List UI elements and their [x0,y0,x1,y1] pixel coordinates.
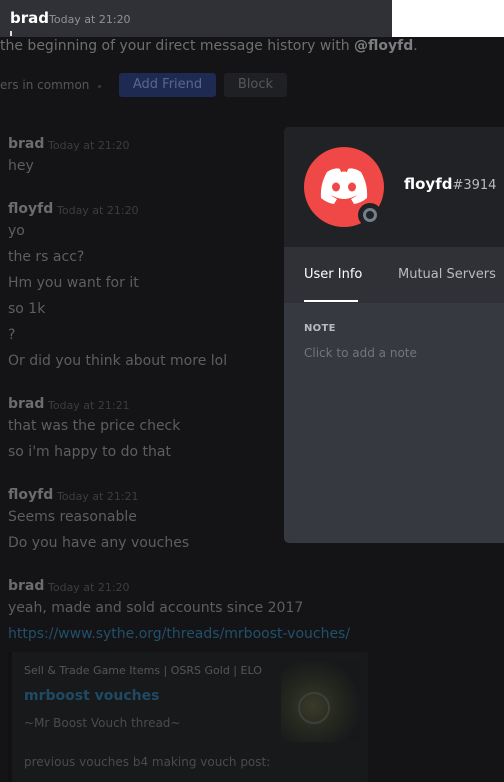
intro-suffix: . [413,38,418,54]
thumbnail-emblem-icon [298,692,330,724]
top-message-bar: brad Today at 21:20 [0,0,392,37]
message-text: yo [8,223,25,239]
link-embed: Sell & Trade Game Items | OSRS Gold | EL… [8,652,368,782]
message-timestamp: Today at 21:21 [57,490,139,503]
embed-description: ~Mr Boost Vouch thread~ [24,716,181,730]
note-label: NOTE [304,323,336,334]
text-cursor [10,31,12,36]
status-ring [363,208,377,222]
mutual-servers-text[interactable]: ers in common [0,78,89,92]
message-text: that was the price check [8,418,181,434]
status-offline-icon [358,203,382,227]
message-timestamp: Today at 21:20 [57,204,139,217]
tab-user-info[interactable]: User Info [304,267,362,282]
dm-history-intro: the beginning of your direct message his… [0,38,418,54]
user-profile-popout: floyfd#3914 User Info Mutual Servers NOT… [284,127,504,543]
message-text: so 1k [8,301,46,317]
message-text: Hm you want for it [8,275,139,291]
message-text: ? [8,327,16,343]
note-input[interactable]: Click to add a note [304,346,417,360]
topbar-timestamp: Today at 21:20 [49,13,131,26]
message-timestamp: Today at 21:21 [48,399,130,412]
message-text: Or did you think about more lol [8,353,228,369]
intro-prefix: the beginning of your direct message his… [0,38,355,54]
block-button[interactable]: Block [224,73,287,97]
message-timestamp: Today at 21:20 [48,139,130,152]
tab-mutual-servers[interactable]: Mutual Servers [398,267,496,282]
topbar-author[interactable]: brad [10,9,49,27]
separator-dot [98,85,101,88]
window-corner [392,0,504,37]
message-timestamp: Today at 21:20 [48,581,130,594]
message-author[interactable]: brad [8,578,44,594]
discriminator: #3914 [452,178,497,193]
embed-provider[interactable]: Sell & Trade Game Items | OSRS Gold | EL… [24,664,262,677]
intro-user: @floyfd [354,38,414,54]
message-text: the rs acc? [8,249,85,265]
message-text: so i'm happy to do that [8,444,171,460]
discord-logo-icon [320,168,368,204]
message-author[interactable]: floyfd [8,201,53,217]
message-text: yeah, made and sold accounts since 2017 [8,600,304,616]
embed-description-more: previous vouches b4 making vouch post: [24,755,271,769]
popout-username[interactable]: floyfd#3914 [404,175,496,193]
active-tab-indicator [304,300,358,302]
message-text: Do you have any vouches [8,535,190,551]
message-author[interactable]: brad [8,396,44,412]
message-link[interactable]: https://www.sythe.org/threads/mrboost-vo… [8,626,350,642]
embed-thumbnail[interactable] [281,662,361,742]
embed-title[interactable]: mrboost vouches [24,688,159,704]
username: floyfd [404,175,453,193]
message-author[interactable]: floyfd [8,487,53,503]
message-text: hey [8,158,34,174]
add-friend-button[interactable]: Add Friend [119,73,216,97]
message-text: Seems reasonable [8,509,137,525]
popout-tabs: User Info Mutual Servers [284,247,504,303]
popout-header: floyfd#3914 [284,127,504,247]
message-author[interactable]: brad [8,136,44,152]
